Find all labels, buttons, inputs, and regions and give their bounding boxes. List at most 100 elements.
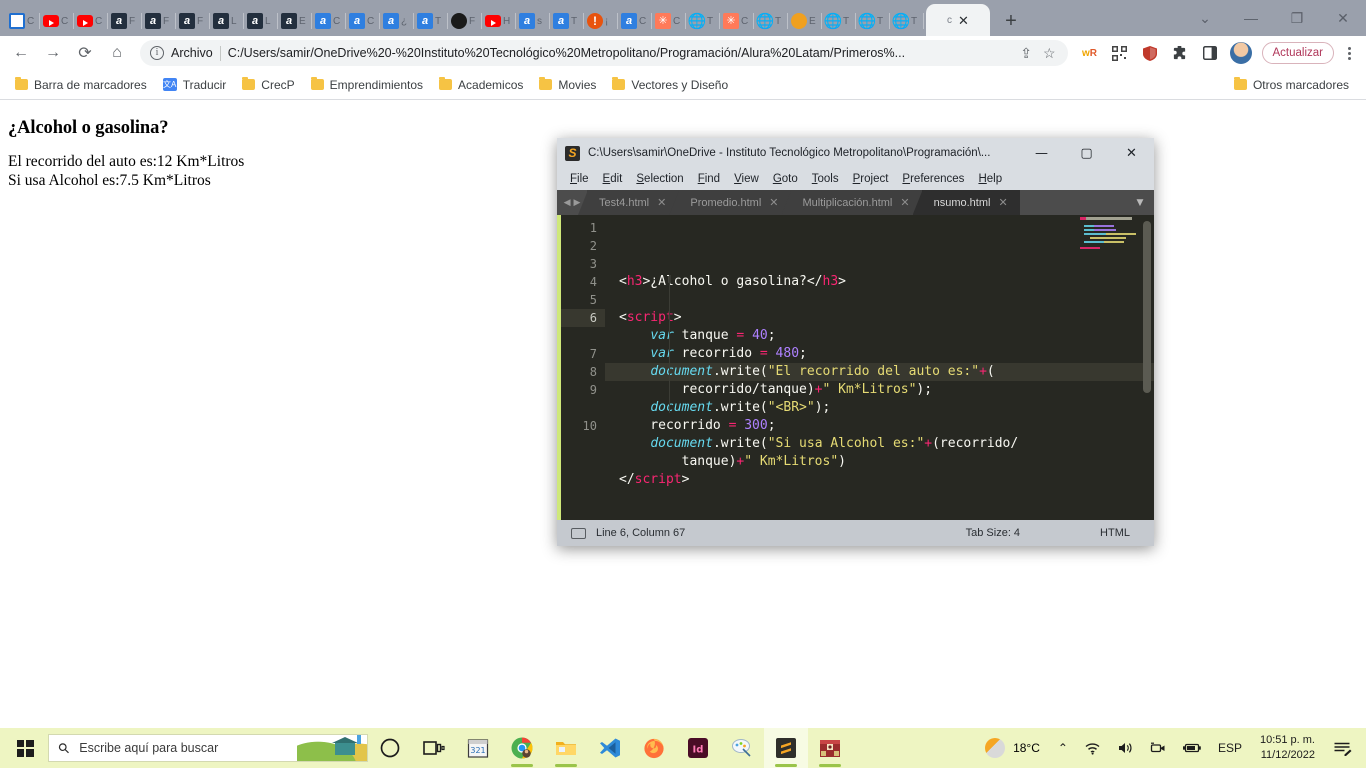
indesign-button[interactable]: Id [676, 728, 720, 768]
active-browser-tab[interactable]: c ✕ [926, 4, 990, 36]
tab-overflow-icon[interactable]: ▼ [1126, 190, 1154, 215]
wifi-icon[interactable] [1076, 728, 1109, 768]
sublime-menu-edit[interactable]: Edit [596, 171, 630, 187]
sublime-menu-help[interactable]: Help [971, 171, 1009, 187]
browser-tab-15[interactable]: as [516, 6, 550, 36]
browser-tab-10[interactable]: aC [346, 6, 380, 36]
sublime-maximize-button[interactable]: ▢ [1064, 138, 1109, 168]
sublime-tab-close-icon[interactable]: ✕ [998, 196, 1007, 209]
browser-tab-16[interactable]: aT [550, 6, 584, 36]
browser-tab-24[interactable]: 🌐 T [822, 6, 856, 36]
taskbar-search-input[interactable]: ⚲ Escribe aquí para buscar [48, 734, 368, 762]
tab-size-label[interactable]: Tab Size: 4 [966, 527, 1020, 539]
file-explorer-button[interactable] [544, 728, 588, 768]
firefox-button[interactable] [632, 728, 676, 768]
browser-tab-11[interactable]: a ¿ [380, 6, 414, 36]
sublime-menu-find[interactable]: Find [691, 171, 727, 187]
sublime-tab-1[interactable]: Promedio.html ✕ [678, 190, 791, 215]
puzzle-extensions-icon[interactable] [1169, 42, 1191, 64]
bookmark-item-5[interactable]: Movies [532, 75, 603, 95]
browser-tab-20[interactable]: 🌐 T [686, 6, 720, 36]
qr-code-extension-icon[interactable] [1109, 42, 1131, 64]
clock-widget[interactable]: 10:51 p. m. 11/12/2022 [1250, 728, 1325, 768]
sublime-tab-0[interactable]: Test4.html ✕ [587, 190, 679, 215]
sublime-tab-3[interactable]: nsumo.html ✕ [921, 190, 1020, 215]
sublime-text-button[interactable] [764, 728, 808, 768]
bookmark-item-6[interactable]: Vectores y Diseño [605, 75, 735, 95]
bookmark-item-4[interactable]: Academicos [432, 75, 530, 95]
update-chrome-button[interactable]: Actualizar [1261, 42, 1334, 64]
site-info-icon[interactable]: i [150, 46, 164, 60]
console-toggle-icon[interactable] [571, 527, 586, 539]
sublime-tab-2[interactable]: Multiplicación.html ✕ [790, 190, 922, 215]
vscode-button[interactable] [588, 728, 632, 768]
sublime-editor-body[interactable]: 1 2 3 4 5 6 7 8 9 10 <h3>¿Alcohol o gasolina?</… [557, 215, 1154, 520]
paint-net-button[interactable] [720, 728, 764, 768]
browser-tab-0[interactable]: C [6, 6, 40, 36]
bookmark-item-1[interactable]: 文A Traducir [156, 75, 234, 95]
back-icon[interactable]: ← [6, 38, 36, 68]
sublime-close-button[interactable]: ✕ [1109, 138, 1154, 168]
home-icon[interactable]: ⌂ [102, 38, 132, 68]
language-indicator[interactable]: ESP [1210, 728, 1250, 768]
sublime-tab-close-icon[interactable]: ✕ [900, 196, 909, 209]
forward-icon[interactable]: → [38, 38, 68, 68]
notifications-icon[interactable] [1325, 728, 1360, 768]
sublime-text-window[interactable]: S C:\Users\samir\OneDrive - Instituto Te… [557, 138, 1154, 546]
sublime-menu-file[interactable]: File [563, 171, 596, 187]
browser-tab-19[interactable]: ✳ C [652, 6, 686, 36]
browser-tab-13[interactable]: F [448, 6, 482, 36]
new-tab-button[interactable]: + [994, 6, 1028, 36]
chrome-menu-icon[interactable] [1338, 46, 1360, 60]
chrome-app-button[interactable] [500, 728, 544, 768]
bookmark-item-0[interactable]: Barra de marcadores [8, 75, 154, 95]
browser-tab-5[interactable]: aF [176, 6, 210, 36]
wordtune-extension-icon[interactable]: wR [1079, 42, 1101, 64]
minimize-window-button[interactable]: — [1228, 0, 1274, 36]
sublime-menu-preferences[interactable]: Preferences [895, 171, 971, 187]
browser-tab-14[interactable]: H [482, 6, 516, 36]
address-bar[interactable]: i Archivo C:/Users/samir/OneDrive%20-%20… [140, 40, 1068, 66]
close-tab-icon[interactable]: ✕ [958, 14, 969, 27]
sublime-title-bar[interactable]: S C:\Users\samir\OneDrive - Instituto Te… [557, 138, 1154, 168]
side-panel-icon[interactable] [1199, 42, 1221, 64]
browser-tab-23[interactable]: E [788, 6, 822, 36]
calendar-app-button[interactable]: 321 [456, 728, 500, 768]
browser-tab-21[interactable]: ✳ C [720, 6, 754, 36]
tab-prev-icon[interactable]: ◀ [564, 198, 571, 208]
sublime-menu-goto[interactable]: Goto [766, 171, 805, 187]
show-hidden-icons-button[interactable]: ⌃ [1050, 728, 1076, 768]
sublime-menu-selection[interactable]: Selection [629, 171, 690, 187]
syntax-mode-label[interactable]: HTML [1100, 527, 1130, 539]
browser-tab-26[interactable]: 🌐 T [890, 6, 924, 36]
url-text[interactable]: C:/Users/samir/OneDrive%20-%20Instituto%… [228, 46, 1012, 60]
reload-icon[interactable]: ⟳ [70, 38, 100, 68]
browser-tab-25[interactable]: 🌐 T [856, 6, 890, 36]
start-button[interactable] [2, 728, 48, 768]
cortana-button[interactable] [368, 728, 412, 768]
browser-tab-3[interactable]: aF [108, 6, 142, 36]
browser-tab-12[interactable]: aT [414, 6, 448, 36]
weather-widget[interactable]: 18°C [975, 738, 1050, 758]
browser-tab-7[interactable]: aL [244, 6, 278, 36]
camera-icon[interactable] [1142, 728, 1174, 768]
sublime-menu-tools[interactable]: Tools [805, 171, 846, 187]
browser-tab-2[interactable]: C [74, 6, 108, 36]
tab-next-icon[interactable]: ▶ [574, 198, 581, 208]
profile-avatar[interactable] [1229, 42, 1252, 64]
tab-search-icon[interactable]: ⌄ [1182, 0, 1228, 36]
editor-scrollbar[interactable] [1143, 221, 1151, 393]
sublime-tab-close-icon[interactable]: ✕ [657, 196, 666, 209]
code-editor-area[interactable]: <h3>¿Alcohol o gasolina?</h3> <script> v… [605, 215, 1154, 520]
editor-minimap[interactable] [1080, 217, 1140, 253]
browser-tab-8[interactable]: aE [278, 6, 312, 36]
sublime-tab-close-icon[interactable]: ✕ [769, 196, 778, 209]
other-bookmarks-button[interactable]: Otros marcadores [1227, 75, 1356, 95]
other-bookmarks-item[interactable]: Otros marcadores [1227, 75, 1356, 95]
bookmark-item-3[interactable]: Emprendimientos [304, 75, 430, 95]
bookmark-item-2[interactable]: CrecP [235, 75, 301, 95]
sublime-minimize-button[interactable]: — [1019, 138, 1064, 168]
share-icon[interactable]: ⇪ [1018, 45, 1034, 62]
browser-tab-17[interactable]: ! ¡ [584, 6, 618, 36]
browser-tab-22[interactable]: 🌐 T [754, 6, 788, 36]
